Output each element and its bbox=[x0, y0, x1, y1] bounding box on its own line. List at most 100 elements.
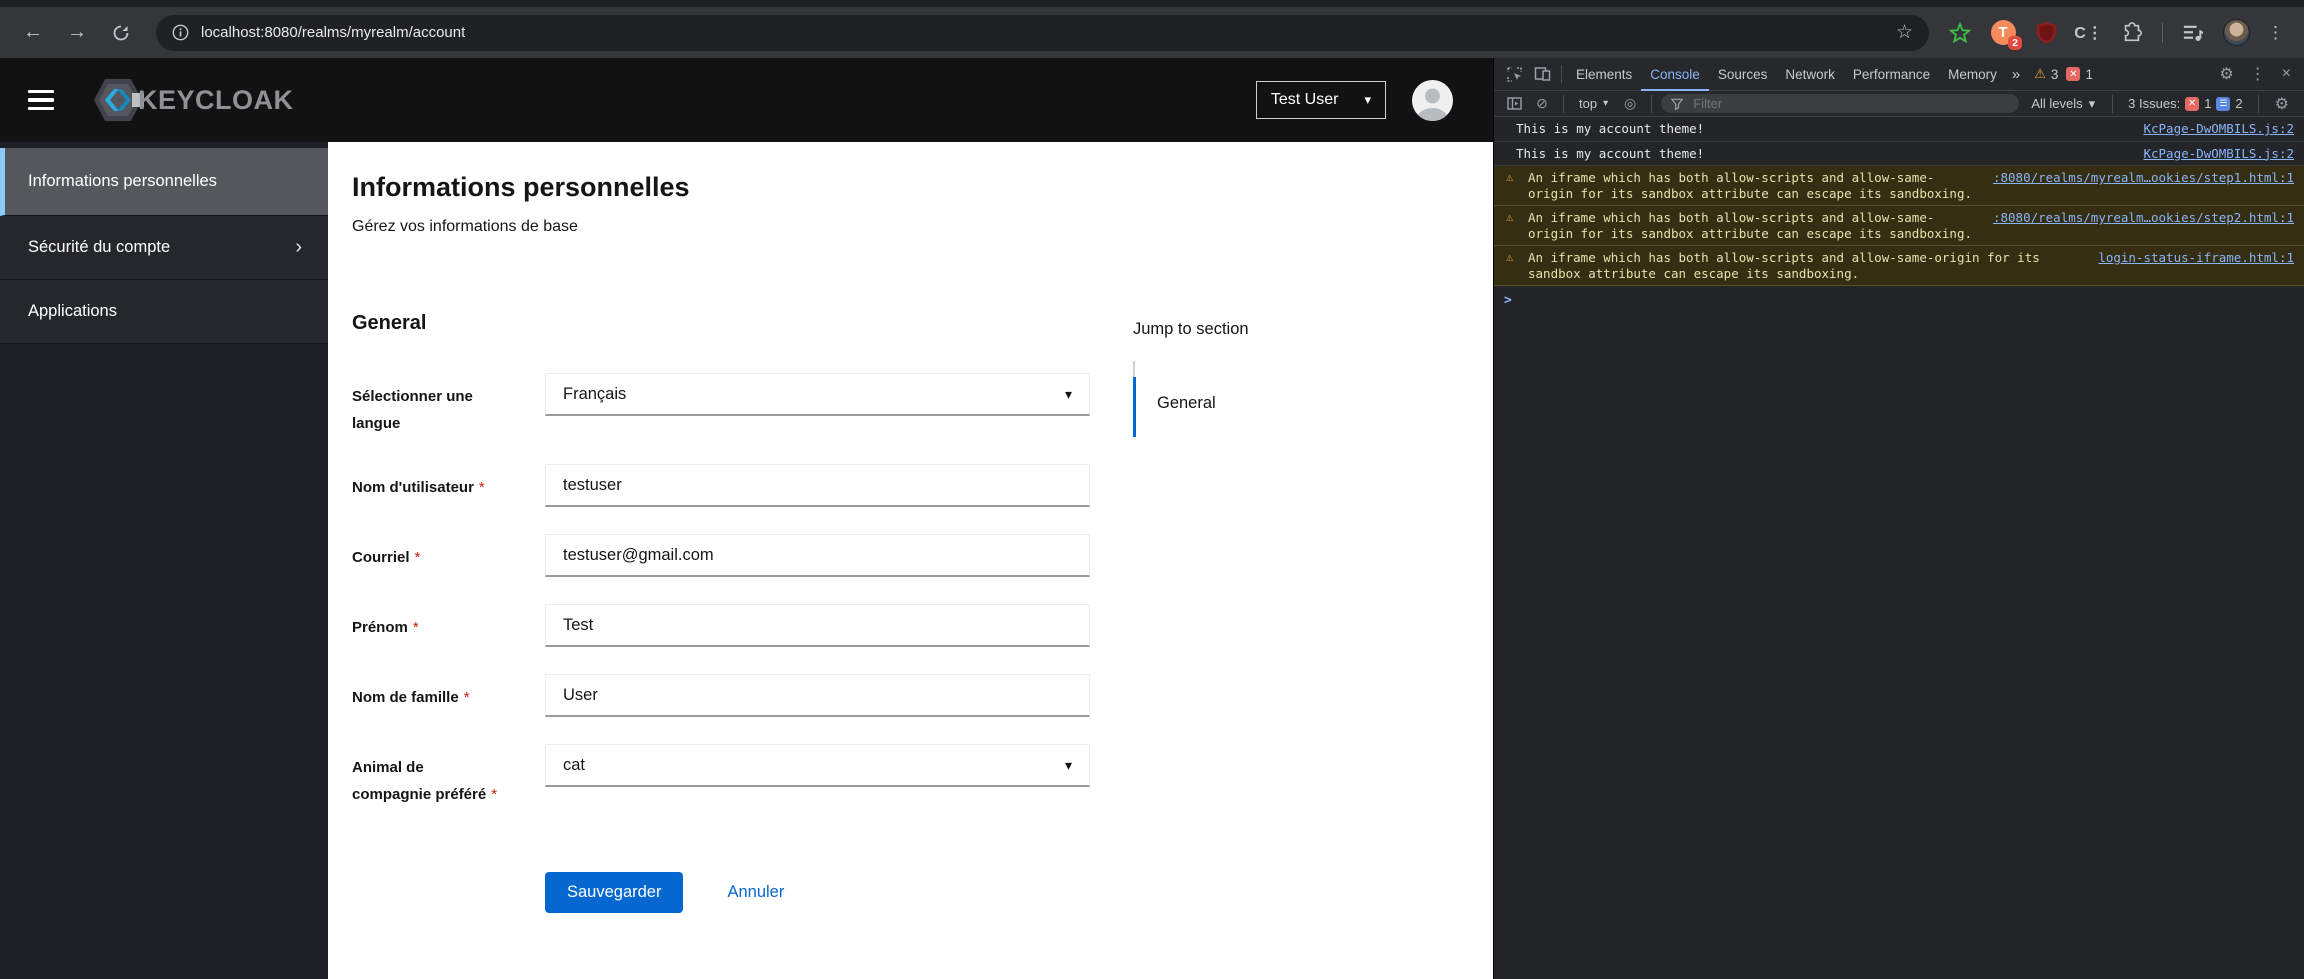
devtools-settings-gear-icon[interactable]: ⚙ bbox=[2212, 64, 2240, 84]
warning-source-link[interactable]: :8080/realms/myrealm…ookies/step1.html:1 bbox=[1993, 170, 2294, 186]
prompt-chevron-icon: > bbox=[1504, 293, 1512, 308]
tab-console[interactable]: Console bbox=[1641, 58, 1709, 91]
warning-icon: ⚠ bbox=[2034, 66, 2046, 82]
tab-memory[interactable]: Memory bbox=[1939, 58, 2006, 91]
tab-performance[interactable]: Performance bbox=[1844, 58, 1939, 91]
issues-counter[interactable]: 3 Issues: ✕ 1 ☰ 2 bbox=[2122, 96, 2249, 111]
console-filter[interactable] bbox=[1661, 94, 2019, 113]
inspect-element-icon[interactable] bbox=[1500, 61, 1528, 87]
jump-rail bbox=[1133, 361, 1135, 377]
reload-icon[interactable] bbox=[104, 16, 138, 50]
form-actions: Sauvegarder Annuler bbox=[545, 872, 1114, 913]
lastname-label: Nom de famille* bbox=[352, 674, 545, 717]
save-button[interactable]: Sauvegarder bbox=[545, 872, 683, 913]
bookmark-star-icon[interactable]: ☆ bbox=[1896, 21, 1913, 44]
console-sidebar-toggle-icon[interactable] bbox=[1502, 93, 1526, 115]
devtools-tabbar: Elements Console Sources Network Perform… bbox=[1494, 58, 2304, 91]
form-row-favorite-pet: Animal de compagnie préféré* cat ▾ bbox=[352, 744, 1114, 808]
firstname-field[interactable] bbox=[545, 604, 1090, 647]
cancel-button[interactable]: Annuler bbox=[721, 882, 790, 903]
green-star-extension-icon[interactable] bbox=[1947, 20, 1973, 46]
tab-elements[interactable]: Elements bbox=[1567, 58, 1641, 91]
console-settings-gear-icon[interactable]: ⚙ bbox=[2268, 94, 2296, 114]
sidebar-item-personal-info[interactable]: Informations personnelles bbox=[0, 148, 328, 216]
jump-link-general[interactable]: General bbox=[1133, 377, 1363, 437]
console-warning-row: ⚠ :8080/realms/myrealm…ookies/step1.html… bbox=[1494, 166, 2304, 206]
console-error-count[interactable]: ✕ 1 bbox=[2066, 67, 2093, 82]
user-menu-dropdown[interactable]: Test User ▾ bbox=[1256, 81, 1386, 119]
caret-down-icon: ▾ bbox=[1065, 386, 1072, 403]
username-field[interactable] bbox=[545, 464, 1090, 507]
warning-icon: ⚠ bbox=[1506, 210, 1513, 226]
url-text: localhost:8080/realms/myrealm/account bbox=[201, 24, 465, 41]
console-warning-row: ⚠ login-status-iframe.html:1 An iframe w… bbox=[1494, 246, 2304, 286]
toolbar-separator bbox=[2112, 95, 2113, 113]
device-toolbar-icon[interactable] bbox=[1528, 61, 1556, 87]
required-marker: * bbox=[415, 549, 421, 566]
console-log-row: KcPage-DwOMBILS.js:2 This is my account … bbox=[1494, 142, 2304, 167]
required-marker: * bbox=[413, 619, 419, 636]
more-tabs-icon[interactable]: » bbox=[2006, 66, 2026, 83]
address-bar[interactable]: localhost:8080/realms/myrealm/account ☆ bbox=[156, 15, 1929, 51]
filter-input[interactable] bbox=[1691, 95, 2009, 112]
warning-icon: ⚠ bbox=[1506, 250, 1513, 266]
devtools-close-icon[interactable]: × bbox=[2275, 65, 2298, 83]
tab-network[interactable]: Network bbox=[1776, 58, 1844, 91]
masthead: KEYCLOAK Test User ▾ bbox=[0, 58, 1493, 142]
toolbar-separator bbox=[2258, 95, 2259, 113]
required-marker: * bbox=[491, 786, 497, 803]
clear-console-icon[interactable]: ⊘ bbox=[1530, 93, 1554, 115]
live-expression-icon[interactable]: ◎ bbox=[1618, 93, 1642, 115]
caret-down-icon: ▾ bbox=[1065, 757, 1072, 774]
screen: ← → localhost:8080/realms/myrealm/accoun… bbox=[0, 0, 2304, 979]
javascript-context-dropdown[interactable]: top ▾ bbox=[1573, 96, 1614, 111]
user-menu-label: Test User bbox=[1271, 91, 1339, 109]
console-prompt[interactable]: > bbox=[1494, 286, 2304, 315]
page-title: Informations personnelles bbox=[352, 172, 1493, 203]
browser-profile-avatar[interactable] bbox=[2223, 19, 2250, 46]
log-source-link[interactable]: KcPage-DwOMBILS.js:2 bbox=[2143, 121, 2294, 137]
site-info-icon[interactable] bbox=[172, 24, 189, 41]
favorite-pet-select[interactable]: cat ▾ bbox=[545, 744, 1090, 787]
nav-toggle-hamburger-icon[interactable] bbox=[28, 90, 54, 111]
locale-select[interactable]: Français ▾ bbox=[545, 373, 1090, 416]
form-row-lastname: Nom de famille* bbox=[352, 674, 1114, 717]
back-icon[interactable]: ← bbox=[16, 16, 50, 50]
shield-extension-icon[interactable] bbox=[2033, 20, 2059, 46]
t-extension-icon[interactable]: T 2 bbox=[1990, 20, 2016, 46]
lastname-field[interactable] bbox=[545, 674, 1090, 717]
warning-source-link[interactable]: :8080/realms/myrealm…ookies/step2.html:1 bbox=[1993, 210, 2294, 226]
braille-c-extension-icon[interactable]: C⋮ bbox=[2076, 20, 2102, 46]
devtools-kebab-icon[interactable]: ⋮ bbox=[2243, 64, 2273, 84]
forward-icon[interactable]: → bbox=[60, 16, 94, 50]
required-marker: * bbox=[464, 689, 470, 706]
log-source-link[interactable]: KcPage-DwOMBILS.js:2 bbox=[2143, 146, 2294, 162]
firstname-label: Prénom* bbox=[352, 604, 545, 647]
sidebar-item-applications[interactable]: Applications bbox=[0, 280, 328, 344]
browser-menu-kebab-icon[interactable]: ⋮ bbox=[2267, 23, 2284, 43]
media-controls-icon[interactable] bbox=[2180, 20, 2206, 46]
user-avatar[interactable] bbox=[1412, 80, 1453, 121]
email-field[interactable] bbox=[545, 534, 1090, 577]
extensions-puzzle-icon[interactable] bbox=[2119, 20, 2145, 46]
log-levels-dropdown[interactable]: All levels ▾ bbox=[2023, 96, 2103, 112]
form-row-locale: Sélectionner une langue Français ▾ bbox=[352, 373, 1114, 437]
warning-source-link[interactable]: login-status-iframe.html:1 bbox=[2098, 250, 2294, 266]
sidebar-item-account-security[interactable]: Sécurité du compte › bbox=[0, 216, 328, 280]
personal-info-form: Sélectionner une langue Français ▾ bbox=[352, 373, 1114, 913]
form-row-email: Courriel* bbox=[352, 534, 1114, 577]
tab-sources[interactable]: Sources bbox=[1709, 58, 1777, 91]
console-warning-count[interactable]: ⚠ 3 bbox=[2034, 66, 2058, 82]
tabbar-separator bbox=[1561, 65, 1562, 83]
keycloak-logo-icon bbox=[92, 77, 144, 123]
form-row-username: Nom d'utilisateur* bbox=[352, 464, 1114, 507]
devtools-panel: Elements Console Sources Network Perform… bbox=[1493, 58, 2304, 979]
console-toolbar: ⊘ top ▾ ◎ All levels ▾ 3 Issue bbox=[1494, 91, 2304, 117]
issue-warning-icon: ☰ bbox=[2216, 97, 2230, 111]
chevron-right-icon: › bbox=[295, 236, 302, 259]
favorite-pet-label: Animal de compagnie préféré* bbox=[352, 744, 545, 808]
toolbar-separator bbox=[1651, 95, 1652, 113]
caret-down-icon: ▾ bbox=[2089, 96, 2096, 112]
console-log-area[interactable]: KcPage-DwOMBILS.js:2 This is my account … bbox=[1494, 117, 2304, 979]
caret-down-icon: ▾ bbox=[1603, 98, 1608, 109]
